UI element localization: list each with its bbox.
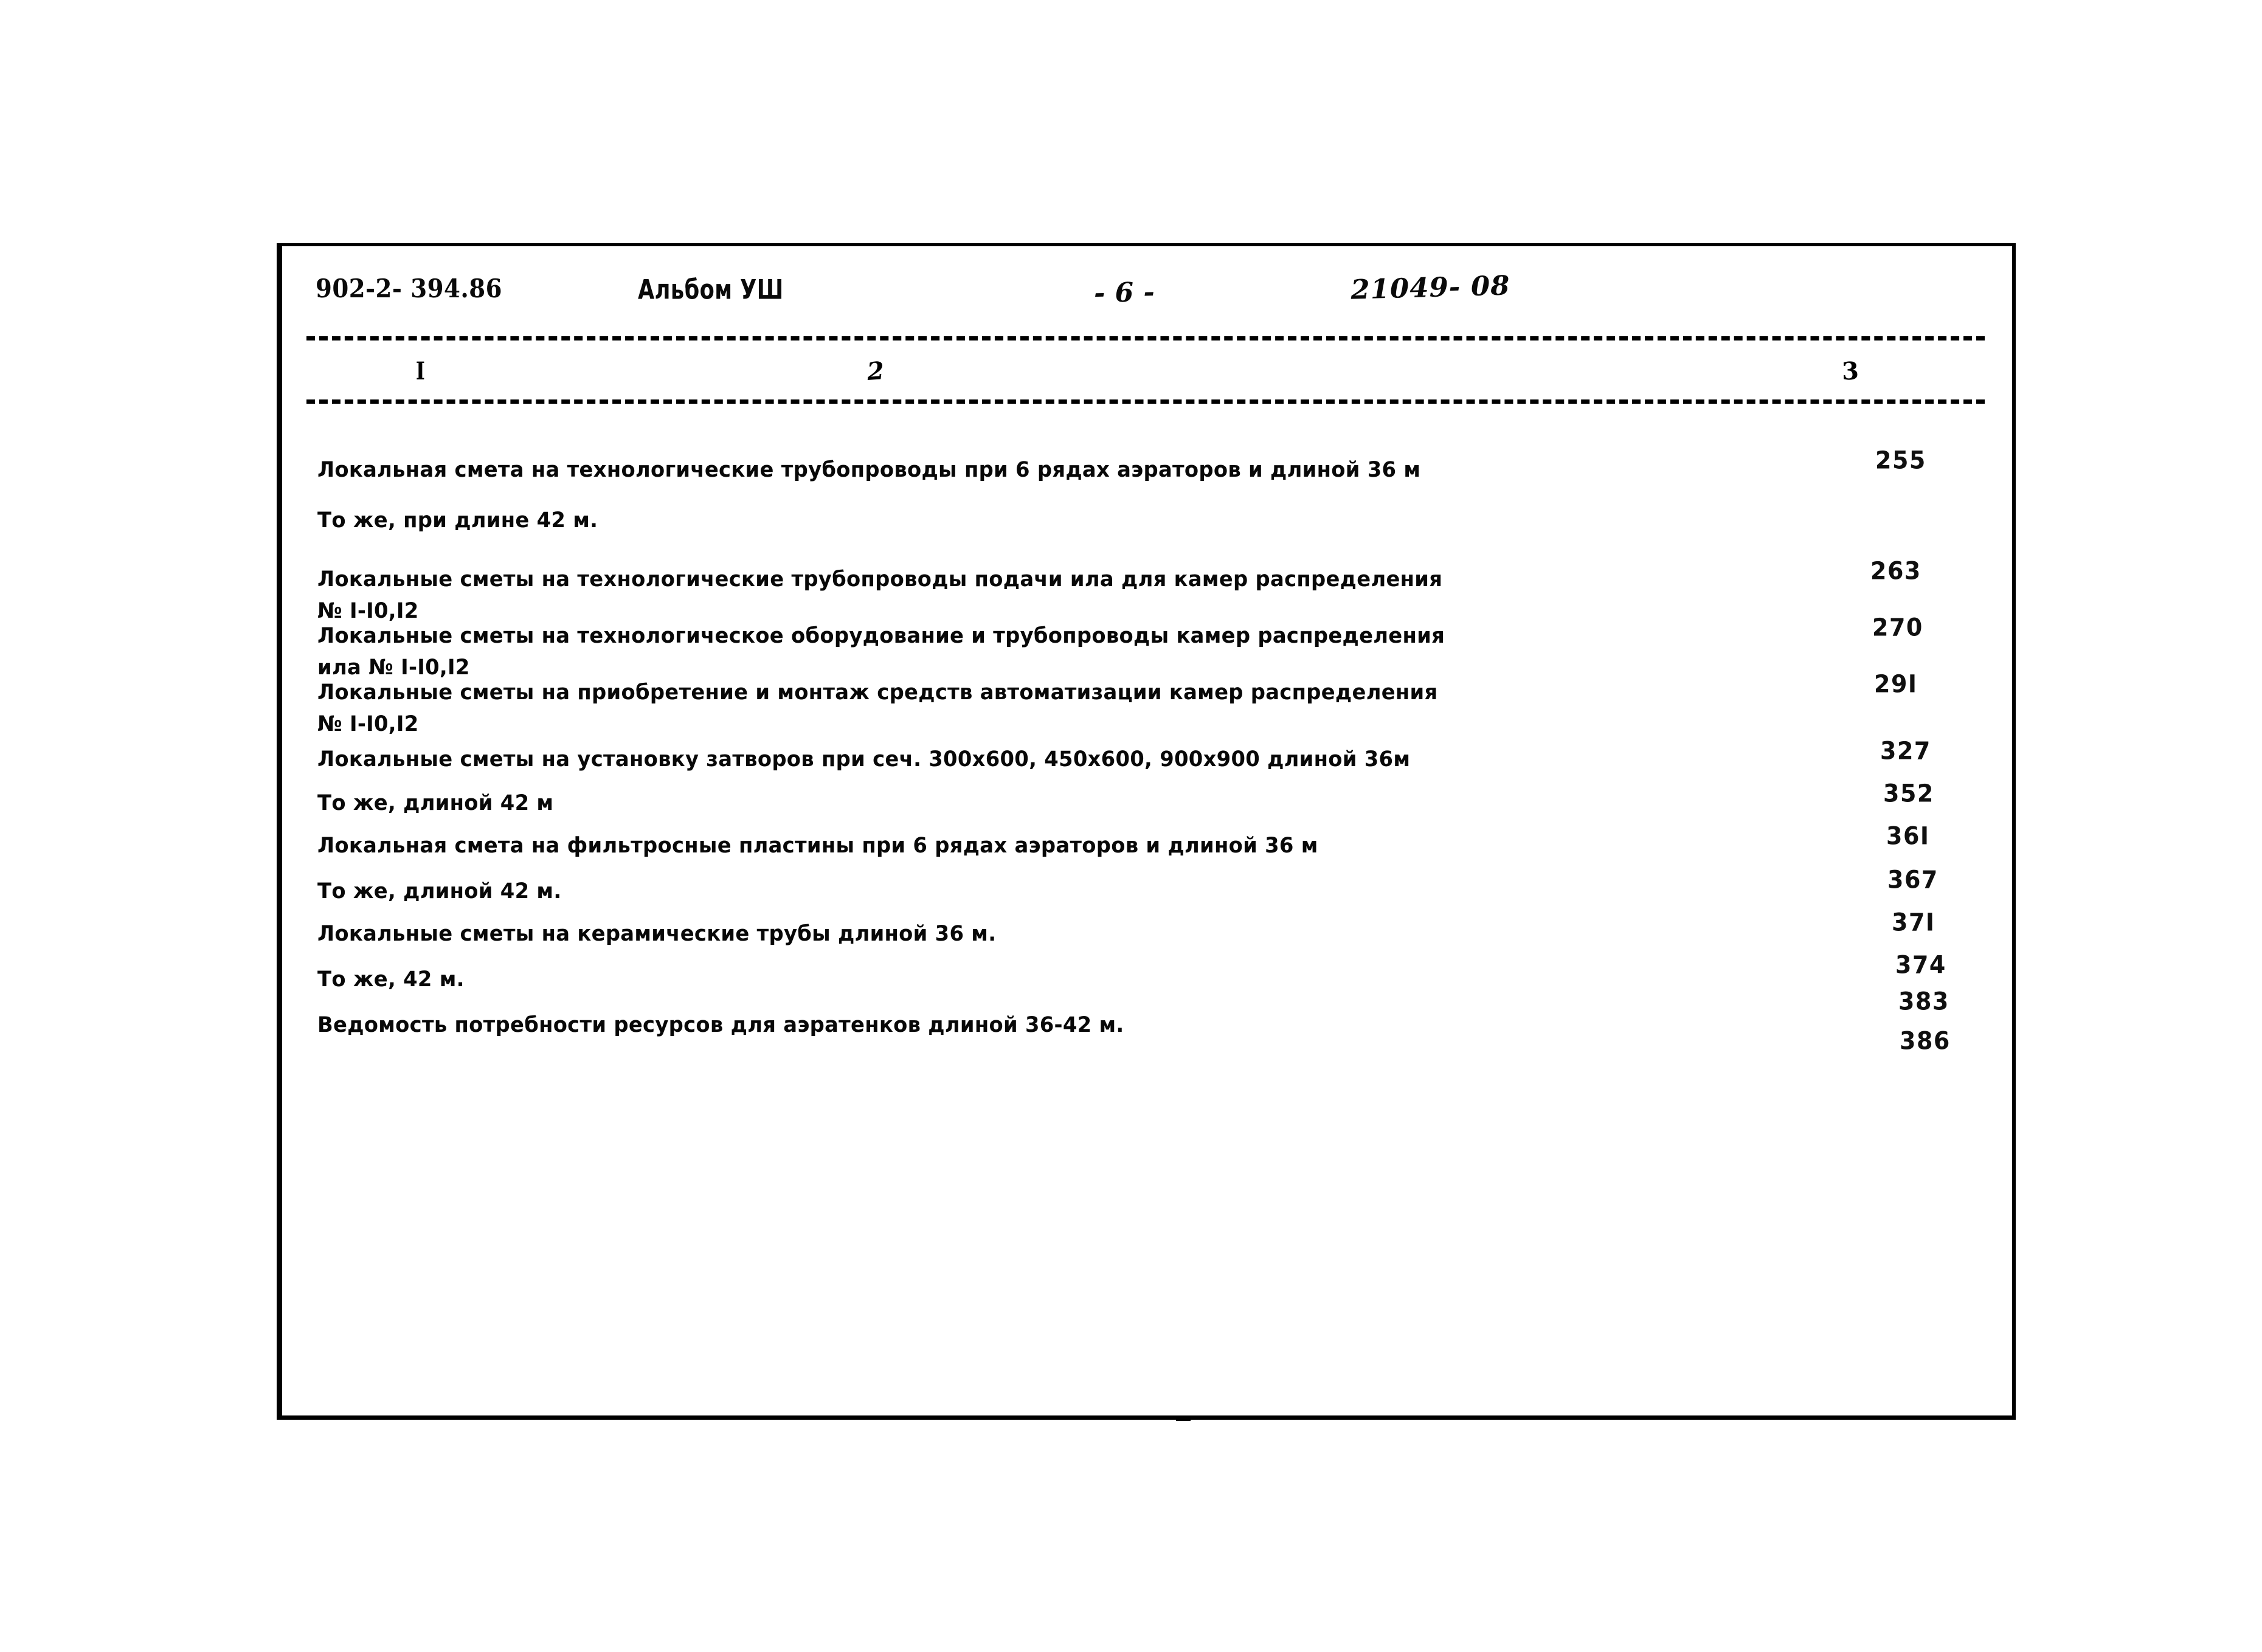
- table-frame: 902-2- 394.86 Альбом УШ - 6 - 21049- 08 …: [277, 243, 2016, 1421]
- column-number-3: 3: [1841, 356, 1859, 386]
- entry-page-number: 36I: [1886, 821, 1930, 851]
- entry-page-number: 263: [1870, 556, 1921, 586]
- entry-page-number: 37I: [1892, 908, 1935, 937]
- entry-title: То же, 42 м.: [317, 967, 465, 992]
- column-number-1: I: [415, 357, 425, 385]
- entry-title: Локальные сметы на технологические трубо…: [317, 567, 1443, 623]
- album-label: Альбом УШ: [638, 274, 784, 306]
- entry-page-number: 270: [1872, 613, 1923, 642]
- document-header: 902-2- 394.86 Альбом УШ - 6 - 21049- 08: [282, 270, 2012, 316]
- stamp-code: 21049- 08: [1350, 270, 1511, 306]
- column-number-2: 2: [866, 356, 885, 386]
- table-rule-middle: [306, 399, 1985, 404]
- entry-title: То же, длиной 42 м: [317, 791, 554, 815]
- entry-page-number: 383: [1898, 987, 1949, 1016]
- document-code: 902-2- 394.86: [316, 274, 502, 303]
- entry-title: То же, при длине 42 м.: [317, 508, 598, 533]
- entry-title: Локальные сметы на приобретение и монтаж…: [317, 680, 1438, 736]
- table-rule-top: [306, 336, 1985, 340]
- entry-page-number: 255: [1875, 446, 1926, 475]
- entry-title: Локальные сметы на технологическое обору…: [317, 624, 1445, 680]
- entry-title: Ведомость потребности ресурсов для аэрат…: [317, 1013, 1124, 1037]
- entry-title: Локальные сметы на установку затворов пр…: [317, 747, 1411, 772]
- page-number-marker: - 6 -: [1093, 276, 1155, 309]
- entry-page-number: 327: [1880, 736, 1931, 766]
- entry-page-number: 367: [1887, 865, 1939, 894]
- entry-title: Локальная смета на технологические трубо…: [317, 458, 1421, 482]
- entry-title: То же, длиной 42 м.: [317, 879, 562, 904]
- entry-page-number: 352: [1883, 779, 1934, 808]
- entry-page-number: 374: [1895, 950, 1946, 980]
- entry-title: Локальные сметы на керамические трубы дл…: [317, 922, 997, 946]
- entry-page-number: 386: [1900, 1026, 1951, 1056]
- frame-tick-mark: [1176, 1416, 1191, 1421]
- scanned-page: 902-2- 394.86 Альбом УШ - 6 - 21049- 08 …: [0, 0, 2262, 1652]
- entry-page-number: 29I: [1874, 669, 1918, 699]
- entry-title: Локальная смета на фильтросные пластины …: [317, 834, 1318, 858]
